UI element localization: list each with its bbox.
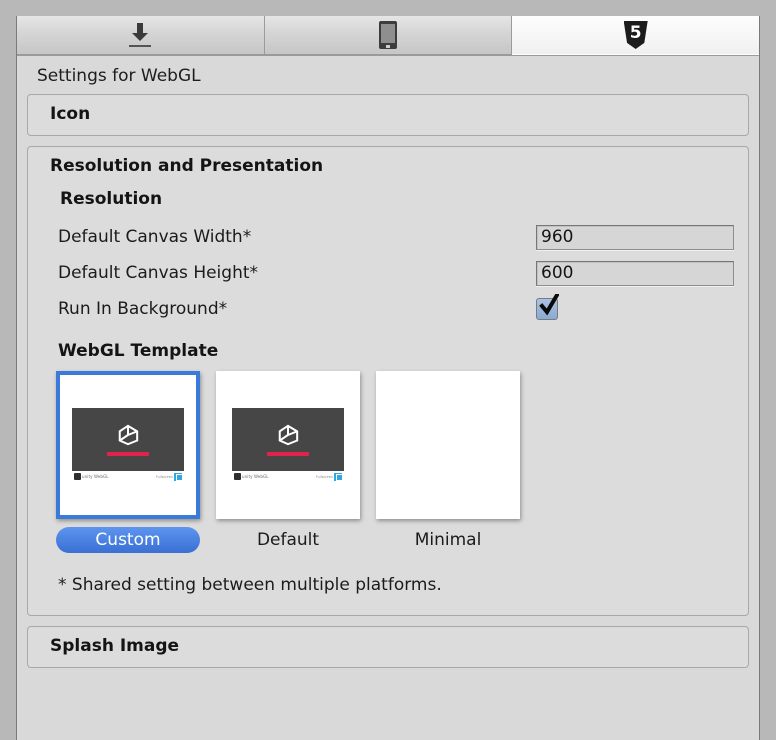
unity-logo-icon — [118, 424, 139, 446]
fullscreen-control: Fullscreen — [156, 472, 183, 481]
input-default-canvas-width[interactable]: 960 — [536, 224, 734, 250]
field-row-default-canvas-height: Default Canvas Height* 600 — [28, 255, 748, 291]
template-option-minimal[interactable]: Minimal — [376, 371, 520, 553]
template-preview-custom: unity WebGL Fullscreen — [72, 407, 184, 483]
unity-webgl-branding: unity WebGL — [74, 473, 109, 480]
template-canvas-preview — [232, 407, 344, 471]
html5-shield-icon: 5 — [623, 21, 648, 49]
section-splash-image-header: Splash Image — [50, 636, 180, 656]
mobile-device-icon — [379, 21, 397, 49]
tab-standalone[interactable] — [17, 16, 265, 55]
shared-setting-footnote: * Shared setting between multiple platfo… — [58, 575, 442, 595]
checkmark-icon — [539, 294, 559, 316]
template-footer-bar: unity WebGL Fullscreen — [72, 470, 184, 483]
subsection-resolution-header: Resolution — [60, 189, 163, 209]
page-title: Settings for WebGL — [37, 66, 201, 86]
label-webgl-template: WebGL Template — [58, 341, 219, 361]
template-label-custom[interactable]: Custom — [56, 527, 200, 553]
unity-mark-icon — [74, 473, 81, 480]
label-run-in-background: Run In Background* — [58, 299, 228, 319]
tab-webgl[interactable]: 5 — [512, 16, 759, 55]
template-option-default[interactable]: unity WebGL Fullscreen Default — [216, 371, 360, 553]
section-icon[interactable]: Icon — [27, 94, 749, 136]
label-default-canvas-height: Default Canvas Height* — [58, 263, 259, 283]
inspector-body: Settings for WebGL Icon Resolution and P… — [17, 56, 759, 668]
input-default-canvas-height[interactable]: 600 — [536, 260, 734, 286]
template-thumbnail-default[interactable]: unity WebGL Fullscreen — [216, 371, 360, 519]
fullscreen-icon — [174, 472, 183, 481]
template-canvas-preview — [72, 407, 184, 471]
html5-shield-label: 5 — [629, 23, 642, 43]
section-splash-image[interactable]: Splash Image — [27, 626, 749, 668]
template-preview-default: unity WebGL Fullscreen — [232, 407, 344, 483]
template-label-default[interactable]: Default — [216, 527, 360, 553]
inspector-window: 5 Settings for WebGL Icon Resolution and… — [16, 16, 760, 740]
section-resolution-header[interactable]: Resolution and Presentation — [28, 147, 748, 187]
template-footer-bar: unity WebGL Fullscreen — [232, 470, 344, 483]
checkbox-run-in-background[interactable] — [536, 294, 559, 320]
unity-webgl-branding: unity WebGL — [234, 473, 269, 480]
field-row-run-in-background: Run In Background* — [28, 291, 748, 327]
unity-logo-icon — [278, 424, 299, 446]
control-run-in-background — [536, 294, 734, 320]
template-preview-minimal — [376, 371, 520, 519]
control-default-canvas-width: 960 — [536, 224, 734, 250]
fullscreen-control: Fullscreen — [316, 472, 343, 481]
template-thumbnail-minimal[interactable] — [376, 371, 520, 519]
download-arrow-icon — [129, 23, 152, 47]
field-row-default-canvas-width: Default Canvas Width* 960 — [28, 219, 748, 255]
tab-mobile[interactable] — [264, 16, 513, 55]
section-icon-header: Icon — [50, 104, 91, 124]
control-default-canvas-height: 600 — [536, 260, 734, 286]
loading-progress-bar — [267, 451, 309, 456]
webgl-template-grid: unity WebGL Fullscreen Custom unity WebG… — [28, 371, 748, 553]
template-option-custom[interactable]: unity WebGL Fullscreen Custom — [56, 371, 200, 553]
platform-tab-bar: 5 — [17, 16, 759, 56]
unity-mark-icon — [234, 473, 241, 480]
label-default-canvas-width: Default Canvas Width* — [58, 227, 252, 247]
template-label-minimal[interactable]: Minimal — [376, 527, 520, 553]
fullscreen-icon — [334, 472, 343, 481]
loading-progress-bar — [107, 451, 149, 456]
template-thumbnail-custom[interactable]: unity WebGL Fullscreen — [56, 371, 200, 519]
section-resolution-and-presentation: Resolution and Presentation Resolution D… — [27, 146, 749, 616]
